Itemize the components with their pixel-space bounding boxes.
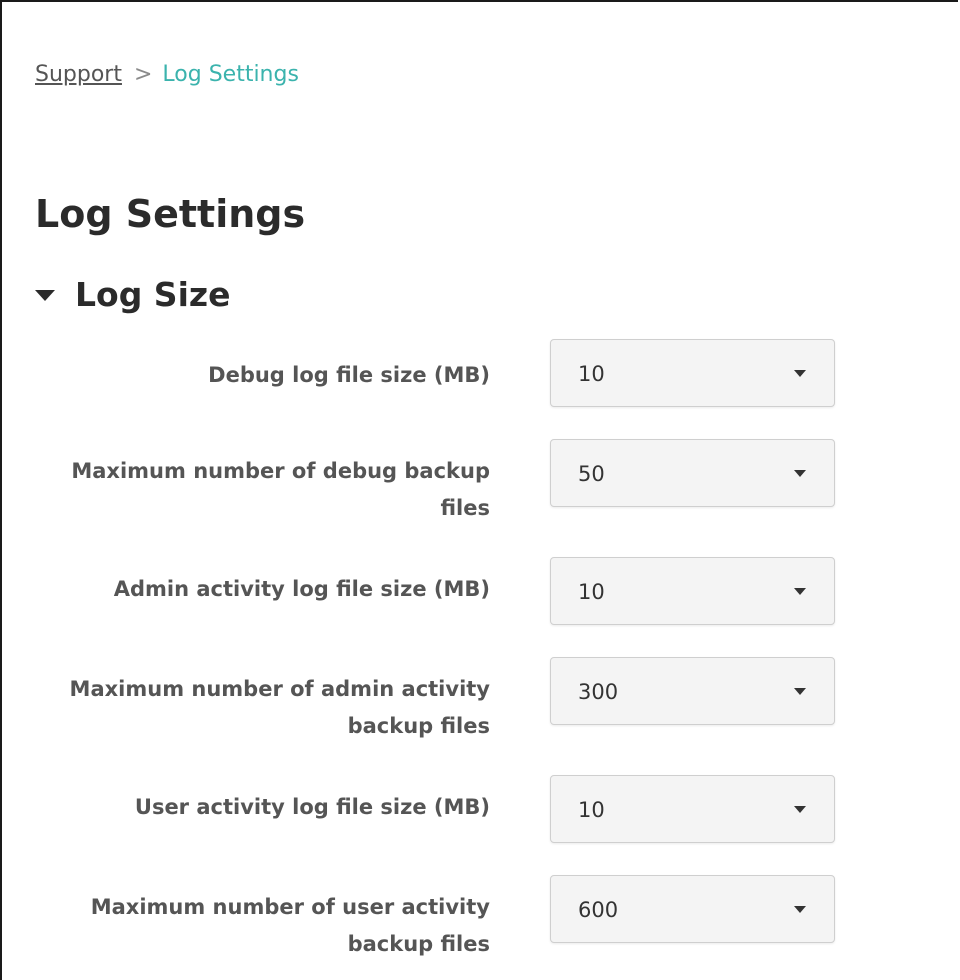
section-title: Log Size	[75, 275, 231, 314]
admin-backup-files-select[interactable]: 300	[550, 657, 835, 725]
section-log-size-toggle[interactable]: Log Size	[35, 272, 230, 318]
select-value: 10	[578, 798, 605, 822]
debug-log-size-select[interactable]: 10	[550, 339, 835, 407]
user-log-size-select[interactable]: 10	[550, 775, 835, 843]
chevron-down-icon	[794, 470, 806, 477]
breadcrumb-support-link[interactable]: Support	[35, 62, 122, 87]
select-value: 10	[578, 362, 605, 386]
triangle-down-icon	[35, 289, 55, 301]
debug-backup-files-select[interactable]: 50	[550, 439, 835, 507]
select-value: 600	[578, 898, 619, 922]
admin-log-size-select[interactable]: 10	[550, 557, 835, 625]
chevron-down-icon	[794, 370, 806, 377]
field-label: Admin activity log file size (MB)	[113, 577, 490, 601]
chevron-down-icon	[794, 906, 806, 913]
select-value: 50	[578, 462, 605, 486]
user-backup-files-select[interactable]: 600	[550, 875, 835, 943]
chevron-down-icon	[794, 688, 806, 695]
page-title: Log Settings	[35, 192, 306, 236]
breadcrumb-separator: >	[133, 62, 153, 87]
breadcrumb: Support > Log Settings	[35, 60, 299, 90]
field-label: User activity log file size (MB)	[134, 795, 490, 819]
chevron-down-icon	[794, 588, 806, 595]
select-value: 300	[578, 680, 619, 704]
breadcrumb-current: Log Settings	[162, 62, 299, 87]
field-label: Maximum number of admin activity backup …	[69, 677, 490, 738]
select-value: 10	[578, 580, 605, 604]
field-label: Debug log file size (MB)	[208, 363, 490, 387]
field-label: Maximum number of debug backup files	[71, 459, 490, 520]
field-label: Maximum number of user activity backup f…	[90, 895, 490, 956]
chevron-down-icon	[794, 806, 806, 813]
